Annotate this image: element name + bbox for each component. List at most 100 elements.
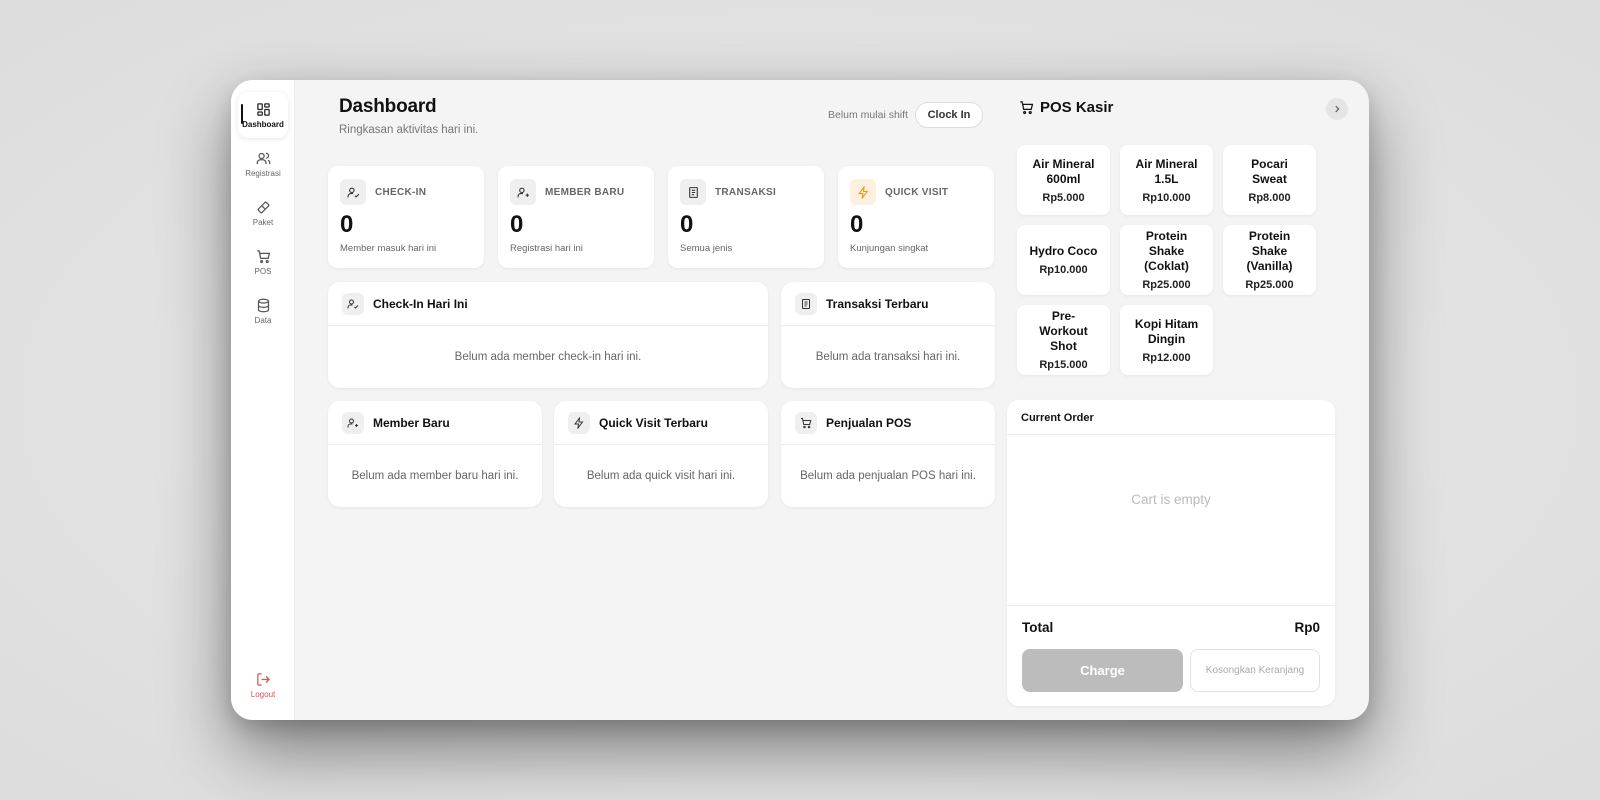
clear-cart-button[interactable]: Kosongkan Keranjang [1190,649,1320,692]
product-item[interactable]: Kopi Hitam Dingin Rp12.000 [1120,305,1213,375]
sidebar-item-label: POS [254,266,272,276]
sidebar-item-paket[interactable]: Paket [238,190,288,236]
product-item[interactable]: Pre-Workout Shot Rp15.000 [1017,305,1110,375]
product-price: Rp25.000 [1245,279,1294,291]
sidebar-item-label: Data [254,315,272,325]
logout-button[interactable]: Logout [238,662,288,708]
logout-icon [256,672,270,686]
user-check-icon [340,179,366,205]
product-name: Pre-Workout Shot [1039,309,1088,353]
product-price: Rp10.000 [1039,264,1088,276]
product-item[interactable]: Air Mineral 1.5L Rp10.000 [1120,145,1213,215]
product-item[interactable]: Hydro Coco Rp10.000 [1017,225,1110,295]
app-window: Dashboard Registrasi Paket POS Data Logo… [231,80,1369,720]
sidebar-item-label: Paket [252,217,274,227]
stat-card-checkin: CHECK-IN 0 Member masuk hari ini [328,166,484,268]
lightning-icon [568,411,590,434]
stat-label: QUICK VISIT [885,187,949,198]
cart-icon [1020,101,1034,115]
receipt-icon [795,292,817,315]
pos-title-text: POS Kasir [1040,99,1114,116]
card-quick-visit: Quick Visit Terbaru Belum ada quick visi… [554,401,768,507]
product-price: Rp12.000 [1142,351,1191,364]
product-price: Rp8.000 [1248,191,1291,204]
product-name: Protein Shake (Vanilla) [1246,229,1293,273]
empty-message: Belum ada quick visit hari ini. [586,470,736,482]
product-item[interactable]: Air Mineral 600ml Rp5.000 [1017,145,1110,215]
stat-label: MEMBER BARU [545,187,625,198]
empty-message: Belum ada member check-in hari ini. [454,351,642,363]
cart-icon [256,249,270,263]
total-label: Total [1022,620,1054,635]
stat-value: 0 [510,211,524,238]
logout-label: Logout [250,689,276,699]
card-transaksi-terbaru: Transaksi Terbaru Belum ada transaksi ha… [781,282,995,388]
product-name: Air Mineral 600ml [1032,156,1095,186]
user-check-icon [342,292,364,315]
stat-card-member-baru: MEMBER BARU 0 Registrasi hari ini [498,166,654,268]
main-content: Dashboard Ringkasan aktivitas hari ini. … [295,80,995,720]
page-subtitle: Ringkasan aktivitas hari ini. [339,124,479,136]
stat-value: 0 [680,211,694,238]
ticket-icon [257,201,269,213]
empty-message: Belum ada transaksi hari ini. [815,351,961,363]
cart-empty-message: Cart is empty [1131,492,1211,507]
empty-message: Belum ada member baru hari ini. [351,470,519,482]
collapse-panel-button[interactable] [1326,98,1348,120]
database-icon [257,298,269,312]
stat-subtext: Registrasi hari ini [510,243,583,254]
sidebar-item-registrasi[interactable]: Registrasi [238,141,288,187]
stat-subtext: Member masuk hari ini [340,243,437,254]
product-name: Hydro Coco [1029,244,1098,258]
card-title: Member Baru [373,415,450,430]
card-title: Quick Visit Terbaru [599,415,708,430]
order-title: Current Order [1021,412,1094,424]
product-item[interactable]: Protein Shake (Vanilla) Rp25.000 [1223,225,1316,295]
product-price: Rp15.000 [1039,359,1088,371]
user-plus-icon [342,411,364,434]
pos-panel: POS Kasir Air Mineral 600ml Rp5.000 Air … [995,80,1369,720]
card-member-baru: Member Baru Belum ada member baru hari i… [328,401,542,507]
stat-value: 0 [850,211,864,238]
lightning-icon [850,179,876,205]
divider [1007,434,1335,435]
stat-subtext: Semua jenis [680,243,733,254]
user-plus-icon [510,179,536,205]
users-icon [256,152,270,164]
clock-in-button[interactable]: Clock In [915,102,983,128]
current-order-panel: Current Order Cart is empty Total Rp0 Ch… [1007,400,1335,706]
card-title: Transaksi Terbaru [826,296,929,311]
divider [1007,605,1335,606]
shift-status: Belum mulai shift [828,109,908,121]
product-item[interactable]: Protein Shake (Coklat) Rp25.000 [1120,225,1213,295]
dashboard-icon [256,102,270,116]
stat-label: CHECK-IN [375,187,427,198]
stat-subtext: Kunjungan singkat [850,243,929,254]
pos-title: POS Kasir [1019,99,1113,116]
product-name: Protein Shake (Coklat) [1144,229,1189,273]
stat-label: TRANSAKSI [715,187,777,198]
sidebar: Dashboard Registrasi Paket POS Data Logo… [231,80,295,720]
stat-value: 0 [340,211,354,238]
product-name: Kopi Hitam Dingin [1134,316,1199,346]
sidebar-item-label: Registrasi [245,168,281,178]
stat-card-quick-visit: QUICK VISIT 0 Kunjungan singkat [838,166,994,268]
card-checkin-today: Check-In Hari Ini Belum ada member check… [328,282,768,388]
card-penjualan-pos: Penjualan POS Belum ada penjualan POS ha… [781,401,995,507]
sidebar-item-data[interactable]: Data [238,288,288,334]
sidebar-item-pos[interactable]: POS [238,239,288,285]
chevron-right-icon [1335,105,1340,113]
product-price: Rp10.000 [1142,191,1191,204]
receipt-icon [680,179,706,205]
charge-button[interactable]: Charge [1022,649,1183,692]
page-title: Dashboard [339,96,437,117]
product-name: Pocari Sweat [1251,156,1288,186]
card-title: Penjualan POS [826,415,912,430]
product-name: Air Mineral 1.5L [1135,156,1198,186]
cart-icon [795,411,817,434]
empty-message: Belum ada penjualan POS hari ini. [800,470,976,482]
stat-card-transaksi: TRANSAKSI 0 Semua jenis [668,166,824,268]
product-price: Rp5.000 [1042,191,1085,204]
sidebar-item-dashboard[interactable]: Dashboard [238,92,288,138]
product-item[interactable]: Pocari Sweat Rp8.000 [1223,145,1316,215]
